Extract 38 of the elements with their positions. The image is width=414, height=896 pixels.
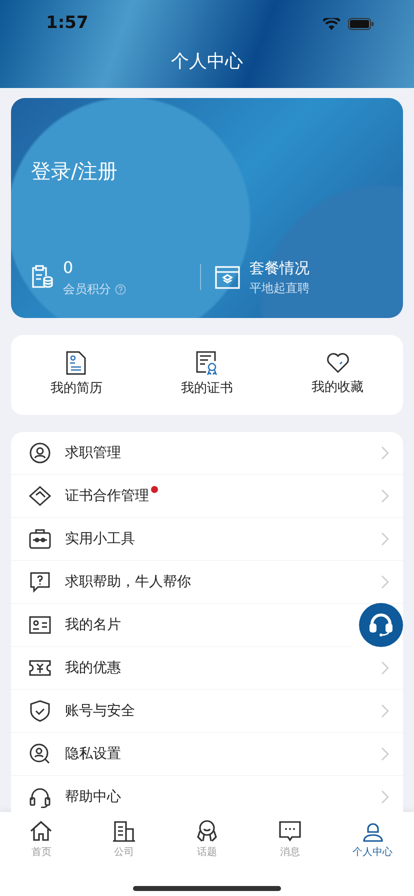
shortcut-label[interactable]: 我的收藏	[312, 378, 364, 398]
points-label: 会员积分	[63, 281, 111, 298]
id-card-icon	[29, 614, 51, 636]
building-icon	[112, 819, 136, 843]
package-subtitle: 平地起直聘	[250, 280, 310, 298]
person-search-icon	[29, 743, 51, 765]
package-icon	[214, 266, 240, 288]
person-circle-icon	[29, 442, 51, 464]
heart-icon	[326, 352, 350, 374]
points-icon	[31, 265, 53, 289]
resume-icon	[65, 351, 88, 376]
menu-item[interactable]: 证书合作管理	[11, 475, 403, 518]
shortcut-label[interactable]: 我的证书	[181, 379, 233, 399]
headset-icon	[368, 612, 394, 638]
question-bubble-icon	[29, 571, 51, 593]
menu-item[interactable]: 账号与安全	[11, 690, 403, 733]
wifi-icon	[323, 18, 340, 30]
battery-icon	[348, 18, 374, 30]
package-title[interactable]: 套餐情况	[250, 256, 310, 280]
menu-item[interactable]: 求职管理	[11, 432, 403, 475]
shield-icon	[29, 700, 51, 722]
chat-icon	[278, 819, 302, 843]
diamond-icon	[29, 485, 51, 507]
menu-item[interactable]: 隐私设置	[11, 733, 403, 776]
shortcut-label[interactable]: 我的简历	[50, 379, 102, 399]
menu-item[interactable]: 求职帮助，牛人帮你	[11, 561, 403, 604]
menu-item[interactable]: 我的优惠	[11, 647, 403, 690]
certificate-icon	[195, 351, 219, 376]
headset-icon	[29, 786, 51, 808]
points-value: 0	[63, 257, 74, 279]
status-time: 1:57	[46, 12, 88, 36]
tab[interactable]: 个人中心	[331, 818, 414, 864]
topic-icon	[194, 819, 219, 843]
menu-item[interactable]: 实用小工具	[11, 518, 403, 561]
page-title: 个人中心	[170, 50, 244, 74]
menu-item[interactable]: 我的名片	[11, 604, 353, 647]
home-icon	[29, 819, 54, 843]
toolbox-icon	[29, 528, 51, 550]
